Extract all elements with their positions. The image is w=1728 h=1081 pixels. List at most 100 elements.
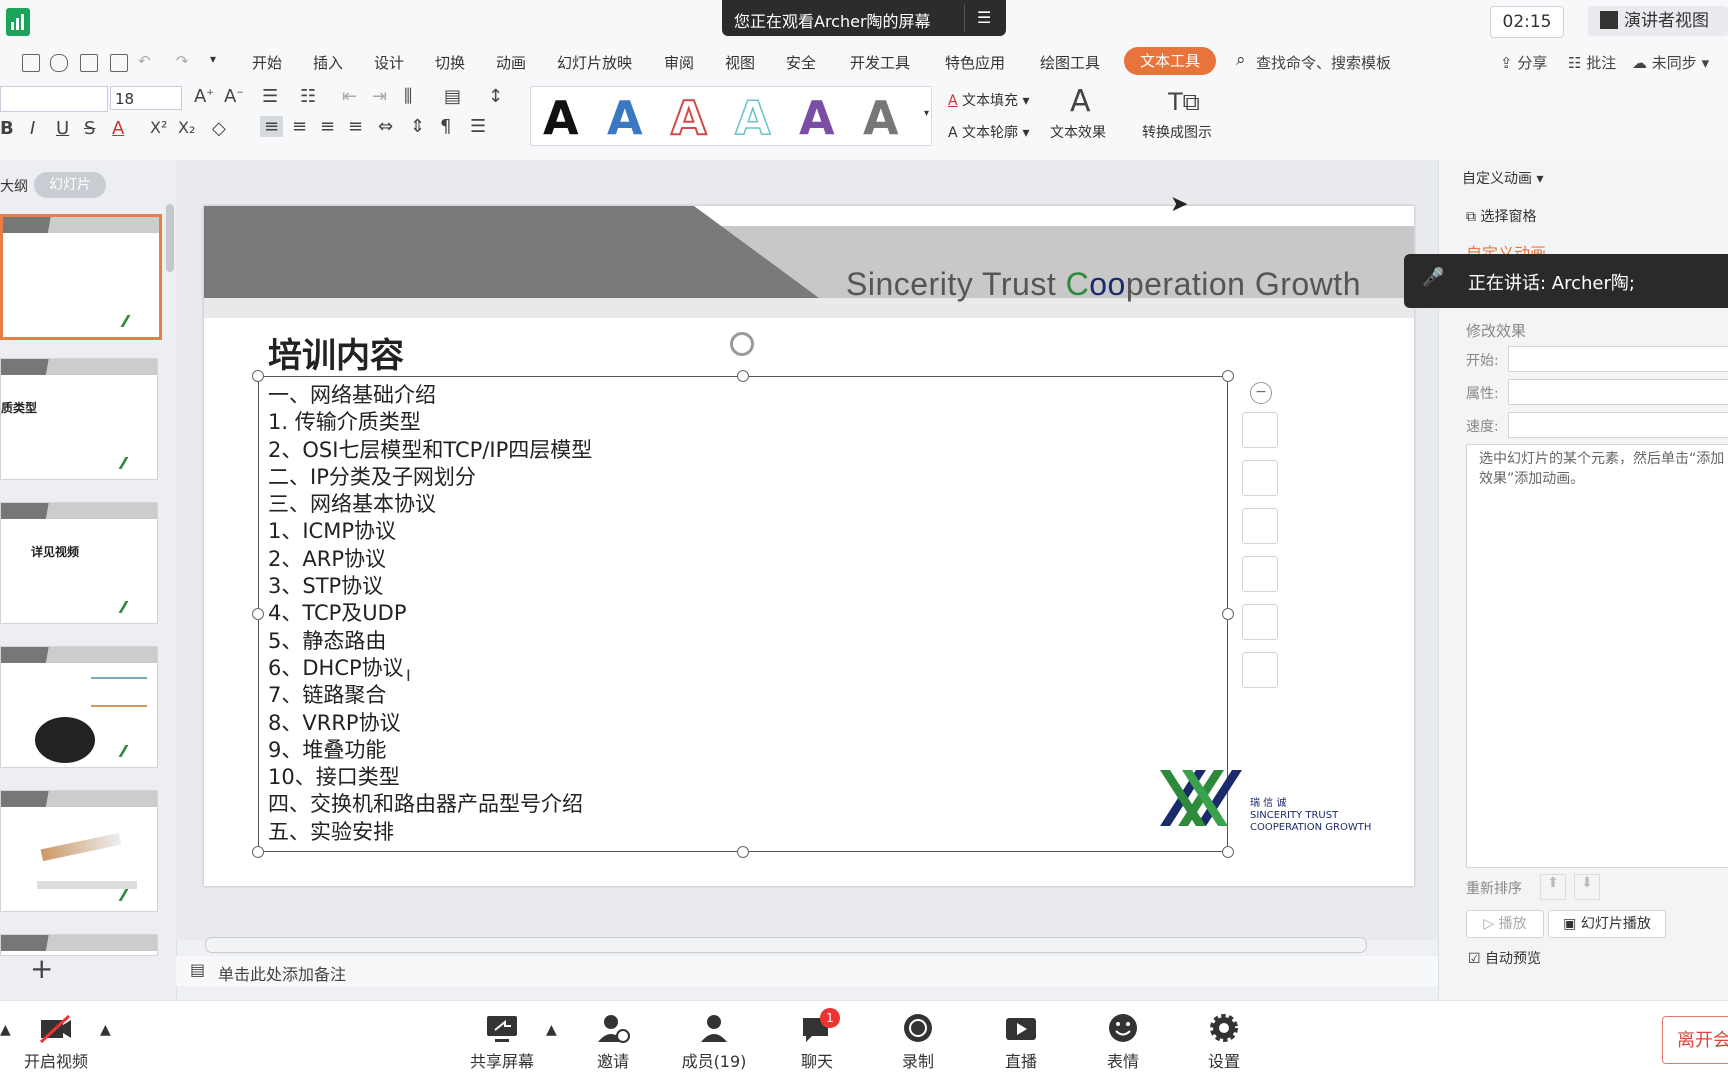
move-up-icon[interactable]: ⬆ <box>1540 874 1566 900</box>
tab-outline[interactable]: 大纲 <box>0 176 28 196</box>
style-gray[interactable]: A <box>863 91 899 145</box>
bullet-list-icon[interactable]: ☰ <box>262 86 278 107</box>
smartart-icon[interactable] <box>1242 652 1278 688</box>
comment-button[interactable]: ☷ 批注 <box>1568 52 1616 73</box>
text-effect-icon[interactable]: A <box>1070 84 1091 119</box>
share-screen-button[interactable]: 共享屏幕 <box>462 1012 542 1072</box>
collapse-icon[interactable]: − <box>1250 382 1272 404</box>
layers-icon[interactable] <box>1242 460 1278 496</box>
sync-status-button[interactable]: ☁ 未同步 ▾ <box>1632 52 1709 73</box>
resize-handle[interactable] <box>1222 370 1234 382</box>
text-options-icon[interactable] <box>1242 412 1278 448</box>
anim-start-select[interactable] <box>1508 346 1728 372</box>
menu-review[interactable]: 审阅 <box>664 52 694 73</box>
animation-list[interactable]: 选中幻灯片的某个元素，然后单击“添加效果”添加动画。 <box>1466 444 1728 868</box>
menu-animation[interactable]: 动画 <box>496 52 526 73</box>
slide-thumbnail-1[interactable] <box>0 214 162 340</box>
art-text-style-gallery[interactable]: A A A A A A <box>530 86 932 146</box>
menu-transition[interactable]: 切换 <box>435 52 465 73</box>
print-preview-icon[interactable] <box>110 54 128 72</box>
members-button[interactable]: 成员(19) <box>674 1012 754 1072</box>
increase-indent-icon[interactable]: ⇥ <box>372 86 387 107</box>
settings-button[interactable]: 设置 <box>1184 1012 1264 1072</box>
resize-handle[interactable] <box>1222 608 1234 620</box>
paragraph-spacing-icon[interactable]: ⇕ <box>410 116 425 137</box>
numbered-list-icon[interactable]: ☷ <box>300 86 316 107</box>
print-icon[interactable] <box>80 54 98 72</box>
italic-button[interactable]: I <box>30 118 35 139</box>
menu-view[interactable]: 视图 <box>725 52 755 73</box>
screen-share-banner[interactable]: 您正在观看Archer陶的屏幕 ☰ <box>722 0 1006 36</box>
frame-icon[interactable] <box>1242 604 1278 640</box>
anim-speed-select[interactable] <box>1508 412 1728 438</box>
move-down-icon[interactable]: ⬇ <box>1574 874 1600 900</box>
columns-icon[interactable]: ⫼ <box>404 86 412 107</box>
audio-options-caret-icon[interactable]: ▲ <box>0 1022 11 1038</box>
invite-button[interactable]: 邀请 <box>573 1012 653 1072</box>
start-video-button[interactable]: 开启视频 <box>16 1012 96 1072</box>
play-button[interactable]: ▷ 播放 <box>1466 910 1544 938</box>
align-left-icon[interactable]: ≡ <box>260 116 284 137</box>
redo-icon[interactable]: ↷ <box>176 52 189 70</box>
pen-icon[interactable] <box>1242 508 1278 544</box>
style-red-outline[interactable]: A <box>670 90 708 146</box>
bold-button[interactable]: B <box>0 118 14 139</box>
menu-design[interactable]: 设计 <box>374 52 404 73</box>
canvas-horizontal-scrollbar[interactable] <box>205 937 1367 953</box>
resize-handle[interactable] <box>737 370 749 382</box>
menu-security[interactable]: 安全 <box>786 52 816 73</box>
justify-icon[interactable]: ≡ <box>348 116 363 137</box>
underline-button[interactable]: U <box>56 118 69 139</box>
tab-slides[interactable]: 幻灯片 <box>34 172 106 198</box>
strikethrough-button[interactable]: S <box>84 118 95 139</box>
resize-handle[interactable] <box>737 846 749 858</box>
slide-thumbnail-5[interactable] <box>0 790 158 912</box>
live-stream-button[interactable]: 直播 <box>981 1012 1061 1072</box>
text-effect-button[interactable]: 文本效果 <box>1050 122 1106 142</box>
menu-special[interactable]: 特色应用 <box>945 52 1005 73</box>
align-right-icon[interactable]: ≡ <box>320 116 335 137</box>
select-pane-button[interactable]: ⧉ 选择窗格 <box>1466 206 1536 226</box>
undo-icon[interactable]: ↶ <box>138 52 151 70</box>
distribute-icon[interactable]: ⇔ <box>378 116 393 137</box>
grow-font-icon[interactable]: A+ <box>194 86 214 107</box>
superscript-icon[interactable]: X² <box>150 118 167 137</box>
align-center-icon[interactable]: ≡ <box>292 116 307 137</box>
fill-icon[interactable] <box>1242 556 1278 592</box>
subscript-icon[interactable]: X₂ <box>178 118 195 137</box>
convert-smartart-button[interactable]: 转换成图示 <box>1142 122 1212 142</box>
slide-thumbnail-3[interactable]: 详见视频 <box>0 502 158 624</box>
auto-preview-checkbox[interactable]: ☑ 自动预览 <box>1468 948 1541 968</box>
style-black[interactable]: A <box>543 91 579 145</box>
video-options-caret-icon[interactable]: ▲ <box>100 1022 111 1038</box>
rotate-handle-icon[interactable] <box>730 332 754 356</box>
tab-text-tools[interactable]: 文本工具 <box>1124 47 1216 75</box>
anim-property-select[interactable] <box>1508 379 1728 405</box>
resize-handle[interactable] <box>1222 846 1234 858</box>
format-painter-icon[interactable] <box>50 54 68 72</box>
add-slide-button[interactable]: + <box>30 952 53 985</box>
save-icon[interactable] <box>22 54 40 72</box>
slide-thumbnail-4[interactable] <box>0 646 158 768</box>
font-name-select[interactable] <box>0 86 108 112</box>
hamburger-menu-icon[interactable]: ☰ <box>977 8 991 27</box>
font-color-icon[interactable]: A <box>112 118 124 139</box>
menu-start[interactable]: 开始 <box>252 52 282 73</box>
gallery-expand-icon[interactable]: ▾ <box>924 108 929 119</box>
resize-handle[interactable] <box>252 370 264 382</box>
clear-format-icon[interactable]: ◇ <box>212 118 226 139</box>
decrease-indent-icon[interactable]: ⇤ <box>342 86 357 107</box>
style-cyan-outline[interactable]: A <box>734 90 771 146</box>
style-blue[interactable]: A <box>607 91 643 145</box>
notes-pane[interactable]: ▤ 单击此处添加备注 <box>176 956 1438 986</box>
slide-thumbnail-2[interactable]: 质类型 <box>0 358 158 480</box>
custom-animation-dropdown[interactable]: 自定义动画 ▾ <box>1462 168 1543 188</box>
command-search[interactable]: 查找命令、搜索模板 <box>1256 52 1391 73</box>
chat-button[interactable]: 聊天 <box>777 1012 857 1072</box>
menu-drawing-tools[interactable]: 绘图工具 <box>1040 52 1100 73</box>
menu-slideshow[interactable]: 幻灯片放映 <box>557 52 632 73</box>
line-spacing-icon[interactable]: ↕ <box>488 86 503 107</box>
style-purple[interactable]: A <box>799 91 835 145</box>
presenter-view-button[interactable]: 演讲者视图 <box>1588 6 1728 36</box>
menu-insert[interactable]: 插入 <box>313 52 343 73</box>
